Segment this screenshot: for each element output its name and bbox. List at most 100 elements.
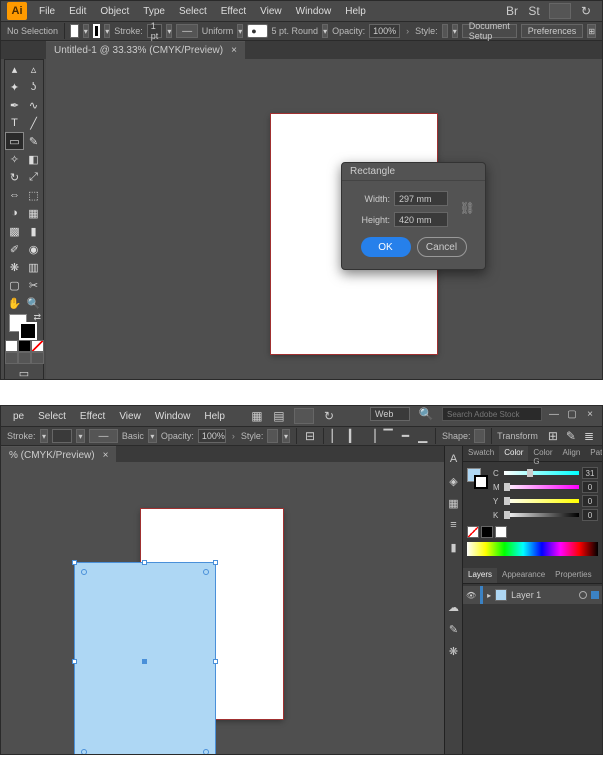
lasso-tool[interactable]: ʖ [24,78,43,96]
align-h-right-icon[interactable]: ▕ [366,428,375,444]
strip-gradient-icon[interactable]: ▮ [447,540,461,554]
stroke-profile-dropdown[interactable]: — [176,24,197,38]
corner-widget-bl[interactable] [81,749,87,755]
menu-select[interactable]: Select [173,3,213,20]
opacity-input[interactable]: 100% [369,24,400,38]
stroke-weight-dropdown-icon[interactable]: ▾ [76,429,85,443]
handle-mid-right[interactable] [213,659,218,664]
tab-align[interactable]: Align [557,446,585,461]
constrain-proportions-icon[interactable]: ⛓ [460,201,475,215]
strip-brushes-icon[interactable]: ✎ [447,622,461,636]
handle-center[interactable] [142,659,147,664]
menu-type[interactable]: Type [137,3,171,20]
bridge-icon[interactable]: ▦ [249,408,265,424]
profile-dropdown-icon[interactable]: ▾ [237,24,243,38]
color-mode-none[interactable] [31,340,44,352]
mesh-tool[interactable]: ▩ [5,222,24,240]
blend-tool[interactable]: ◉ [24,240,43,258]
stroke-color-box[interactable] [19,322,37,340]
fill-dropdown-icon[interactable]: ▾ [83,24,89,38]
align-h-left-icon[interactable]: ▏ [332,428,341,444]
corner-widget-br[interactable] [203,749,209,755]
style-dropdown-icon[interactable]: ▾ [282,429,291,443]
menu-effect[interactable]: Effect [215,3,252,20]
chevron-icon[interactable]: › [232,431,235,441]
type-tool[interactable]: T [5,114,24,132]
black-slider[interactable] [504,513,579,517]
shape-builder-tool[interactable]: ◑ [5,204,24,222]
brush-dropdown-icon[interactable]: ▾ [322,24,328,38]
maximize-icon[interactable]: ▢ [566,408,578,420]
stroke-dropdown-icon[interactable]: ▾ [40,429,49,443]
magic-wand-tool[interactable]: ✦ [5,78,24,96]
none-swatch[interactable] [467,526,479,538]
strip-type-icon[interactable]: A [447,452,461,466]
stroke-weight-dropdown-icon[interactable]: ▾ [166,24,172,38]
strip-stroke-icon[interactable]: ≡ [447,518,461,532]
document-setup-button[interactable]: Document Setup [462,24,517,38]
workspace-dropdown[interactable]: Web [370,407,410,421]
corner-widget-tr[interactable] [203,569,209,575]
corner-widget-tl[interactable] [81,569,87,575]
sync-icon[interactable]: ↻ [578,3,594,19]
fill-stroke-control[interactable]: ⇄ [5,312,43,340]
panel-menu-icon[interactable]: ≣ [584,428,594,444]
menu-object[interactable]: Object [94,3,135,20]
graphic-style-swatch[interactable] [267,429,277,443]
align-left-icon[interactable]: ⊟ [305,428,315,444]
strip-libraries-icon[interactable]: ☁ [447,600,461,614]
brush-dropdown-icon[interactable]: ▾ [148,429,157,443]
menu-file[interactable]: File [33,3,61,20]
color-mode-gradient[interactable] [18,340,31,352]
menu-effect[interactable]: Effect [74,408,111,425]
bridge-icon[interactable]: Br [504,3,520,19]
cyan-value[interactable]: 31 [582,467,598,479]
stroke-dropdown-icon[interactable]: ▾ [104,24,110,38]
slice-tool[interactable]: ✂ [24,276,43,294]
menu-view[interactable]: View [113,408,147,425]
strip-swatches-icon[interactable]: ▦ [447,496,461,510]
tab-appearance[interactable]: Appearance [497,568,550,583]
visibility-eye-icon[interactable]: 👁 [466,591,476,600]
rotate-tool[interactable]: ↻ [5,168,24,186]
selection-tool[interactable]: ▴ [5,60,24,78]
ok-button[interactable]: OK [361,237,411,257]
workspace-icon[interactable] [294,408,314,424]
scale-tool[interactable]: ⤢ [24,168,43,186]
cyan-slider[interactable] [504,471,579,475]
tab-color-guide[interactable]: Color G [528,446,557,461]
magenta-value[interactable]: 0 [582,481,598,493]
menu-window[interactable]: Window [149,408,197,425]
isolate-icon[interactable]: ⊞ [548,428,558,444]
layer-disclosure-icon[interactable]: ▸ [487,591,491,600]
strip-symbols-icon[interactable]: ❋ [447,644,461,658]
width-tool[interactable]: ⇔ [5,186,24,204]
layer-target-icon[interactable] [579,591,587,599]
align-v-top-icon[interactable]: ▔ [384,428,393,444]
arrange-icon[interactable]: ▤ [271,408,287,424]
pen-tool[interactable]: ✒ [5,96,24,114]
stroke-weight-input[interactable]: 1 pt [147,24,163,38]
width-input[interactable]: 297 mm [394,191,448,206]
canvas-area[interactable] [1,462,444,754]
curvature-tool[interactable]: ∿ [24,96,43,114]
handle-top-left[interactable] [72,560,77,565]
handle-top-center[interactable] [142,560,147,565]
minimize-icon[interactable]: — [548,408,560,420]
paintbrush-tool[interactable]: ✎ [24,132,43,150]
brush-profile-dropdown[interactable]: — [89,429,118,443]
color-spectrum[interactable] [467,542,598,556]
fill-swatch[interactable] [70,24,78,38]
menu-type-partial[interactable]: pe [7,408,30,425]
stroke-swatch[interactable] [93,24,101,38]
tab-layers[interactable]: Layers [463,568,497,583]
layer-name-label[interactable]: Layer 1 [511,590,575,600]
align-dropdown-icon[interactable]: ⊞ [587,24,596,38]
shape-swatch[interactable] [474,429,484,443]
document-tab[interactable]: Untitled-1 @ 33.33% (CMYK/Preview) × [46,41,245,59]
canvas-area[interactable]: Rectangle Width: 297 mm Height: 420 mm ⛓… [46,59,602,379]
close-tab-icon[interactable]: × [103,450,109,461]
chevron-right-icon[interactable]: › [406,26,409,36]
tab-color[interactable]: Color [499,446,528,461]
preferences-button[interactable]: Preferences [521,24,584,38]
